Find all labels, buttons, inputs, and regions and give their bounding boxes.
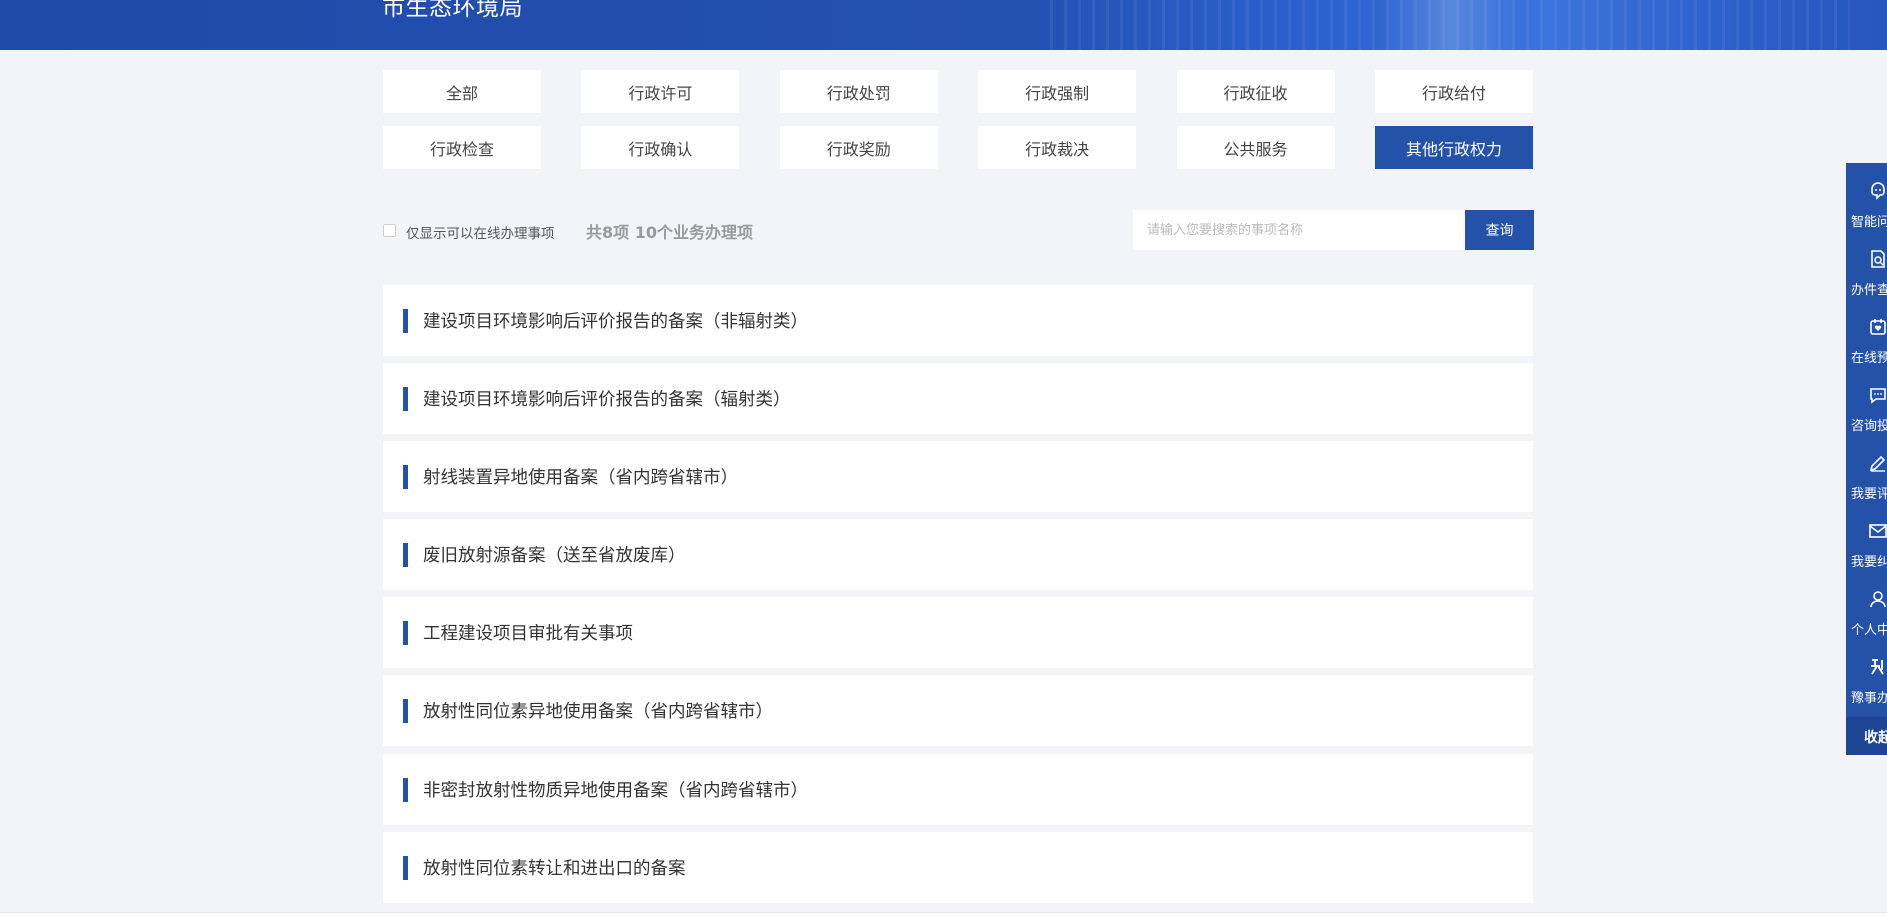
user-icon [1870,591,1886,608]
item-marker [403,309,408,333]
sidebar-item-online-booking[interactable]: 在线预 [1846,299,1887,367]
category-all[interactable]: 全部 [383,70,541,113]
sidebar-item-label: 豫事办 [1851,691,1887,706]
sidebar-item-label: 个人中 [1851,623,1887,638]
sidebar-item-evaluate[interactable]: 我要评 [1846,435,1887,503]
sidebar-item-consult[interactable]: 咨询投 [1846,367,1887,435]
item-marker [403,777,408,802]
header-banner: 市生态环境局 [0,0,1887,50]
page: 市生态环境局 全部 行政许可 行政处罚 行政强制 行政征收 行政给付 行政检查 … [0,0,1887,916]
category-other-powers[interactable]: 其他行政权力 [1374,126,1533,169]
item-marker [403,543,408,568]
document-search-icon [1871,250,1885,268]
list-item[interactable]: 射线装置异地使用备案（省内跨省辖市） [383,441,1533,513]
item-title[interactable]: 放射性同位素异地使用备案（省内跨省辖市） [423,698,773,723]
item-list: 建设项目环境影响后评价报告的备案（非辐射类） 建设项目环境影响后评价报告的备案（… [383,285,1533,910]
category-administrative-enforcement[interactable]: 行政强制 [978,70,1137,113]
floating-sidebar: 智能问 办件查 在线预 咨询投 我要评 我要纠 个人中 豫事办 收起 [1846,163,1887,755]
category-administrative-levy[interactable]: 行政征收 [1176,70,1335,113]
list-item[interactable]: 建设项目环境影响后评价报告的备案（辐射类） [383,363,1533,435]
item-title[interactable]: 工程建设项目审批有关事项 [423,620,633,645]
sidebar-item-label: 在线预 [1851,351,1887,366]
item-title[interactable]: 放射性同位素转让和进出口的备案 [423,855,686,880]
sidebar-item-label: 咨询投 [1851,419,1887,434]
item-title[interactable]: 废旧放射源备案（送至省放废库） [423,542,686,567]
item-title[interactable]: 射线装置异地使用备案（省内跨省辖市） [423,464,738,489]
filter-row: 仅显示可以在线办理事项 共8项 10个业务办理项 查询 [383,210,1534,252]
item-marker [403,699,408,724]
sidebar-item-label: 我要纠 [1851,555,1887,570]
category-administrative-inspection[interactable]: 行政检查 [383,126,541,169]
search-input[interactable] [1133,210,1465,250]
item-marker [403,387,408,412]
category-administrative-penalty[interactable]: 行政处罚 [779,70,938,113]
item-marker [403,621,408,646]
banner-highlight [1380,0,1520,50]
result-count: 共8项 10个业务办理项 [586,223,753,242]
item-title[interactable]: 非密封放射性物质异地使用备案（省内跨省辖市） [423,777,808,802]
sidebar-item-label: 智能问 [1851,215,1887,230]
sidebar-item-personal-center[interactable]: 个人中 [1846,571,1887,639]
category-administrative-reward[interactable]: 行政奖励 [779,126,938,169]
category-administrative-confirmation[interactable]: 行政确认 [581,126,740,169]
list-item[interactable]: 建设项目环境影响后评价报告的备案（非辐射类） [383,285,1533,356]
sidebar-item-label: 办件查 [1851,283,1887,298]
list-item[interactable]: 放射性同位素异地使用备案（省内跨省辖市） [383,675,1533,747]
calendar-heart-icon [1870,319,1886,335]
category-administrative-license[interactable]: 行政许可 [581,70,740,113]
app-logo-icon [1871,659,1884,675]
item-marker [403,465,408,490]
list-item[interactable]: 工程建设项目审批有关事项 [383,597,1533,669]
robot-icon [1871,182,1885,200]
sidebar-item-smart-qa[interactable]: 智能问 [1846,163,1887,231]
search-button[interactable]: 查询 [1465,210,1534,250]
list-item[interactable]: 废旧放射源备案（送至省放废库） [383,519,1533,591]
list-item[interactable]: 放射性同位素转让和进出口的备案 [383,831,1533,903]
category-public-service[interactable]: 公共服务 [1176,126,1335,169]
item-title[interactable]: 建设项目环境影响后评价报告的备案（辐射类） [423,386,791,411]
online-only-label[interactable]: 仅显示可以在线办理事项 [406,222,555,242]
chat-bubble-icon [1870,388,1886,404]
item-title[interactable]: 建设项目环境影响后评价报告的备案（非辐射类） [423,308,808,333]
category-administrative-ruling[interactable]: 行政裁决 [978,126,1137,169]
sidebar-collapse-label: 收起 [1864,730,1887,746]
sidebar-collapse-button[interactable]: 收起 [1846,717,1887,755]
page-title: 市生态环境局 [382,0,523,21]
online-only-checkbox[interactable] [383,224,396,237]
sidebar-item-correct[interactable]: 我要纠 [1846,503,1887,571]
category-filter-grid: 全部 行政许可 行政处罚 行政强制 行政征收 行政给付 行政检查 行政确认 行政… [383,70,1533,169]
mail-icon [1869,524,1887,538]
edit-pencil-icon [1869,455,1886,472]
item-marker [403,855,408,880]
sidebar-item-case-query[interactable]: 办件查 [1846,231,1887,299]
sidebar-item-label: 我要评 [1851,487,1887,502]
sidebar-item-yushiban[interactable]: 豫事办 [1846,639,1887,707]
list-item[interactable]: 非密封放射性物质异地使用备案（省内跨省辖市） [383,753,1533,825]
bottom-divider [0,912,1887,916]
category-administrative-payment[interactable]: 行政给付 [1374,70,1533,113]
